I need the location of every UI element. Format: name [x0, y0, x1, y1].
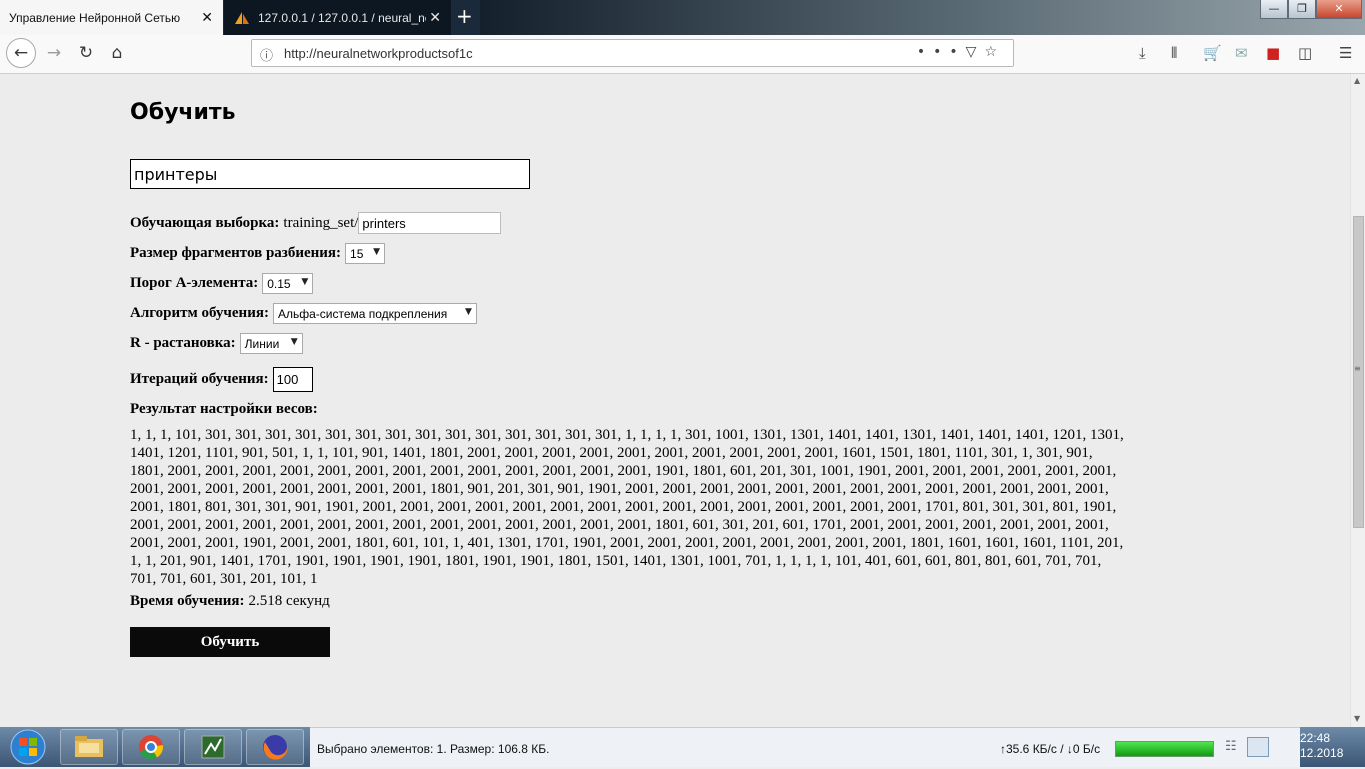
forward-arrow-icon: →	[46, 43, 62, 63]
maximize-button[interactable]: ❐	[1288, 0, 1316, 19]
window-close-button[interactable]: ✕	[1316, 0, 1362, 19]
dropdown-arrow-icon: ▼	[290, 337, 298, 347]
selection-status-text: Выбрано элементов: 1. Размер: 106.8 КБ.	[317, 742, 550, 756]
system-clock[interactable]: 22:48 12.2018	[1300, 731, 1343, 761]
vertical-scrollbar[interactable]: ▲ ≡ ▼	[1350, 74, 1365, 727]
taskbar-firefox-button[interactable]	[246, 729, 304, 765]
forward-button[interactable]: →	[40, 39, 68, 67]
train-button[interactable]: Обучить	[130, 627, 330, 657]
training-set-row: Обучающая выборка: training_set/	[130, 212, 502, 234]
home-icon: ⌂	[111, 43, 123, 63]
algorithm-select[interactable]: Альфа-система подкрепления ▼	[272, 303, 477, 324]
a-threshold-label: Порог А-элемента:	[130, 275, 259, 291]
r-layout-label: R - растановка:	[130, 335, 236, 351]
iterations-input[interactable]	[272, 367, 313, 392]
flag-extension-icon[interactable]: ■	[1266, 44, 1280, 62]
new-tab-button[interactable]: +	[456, 5, 473, 27]
tab-close-icon[interactable]: ✕	[429, 10, 441, 24]
url-text[interactable]: http://neuralnetworkproductsof1c	[284, 46, 473, 61]
fragment-size-label: Размер фрагментов разбиения:	[130, 245, 342, 261]
mail-icon[interactable]: ✉	[1235, 44, 1248, 62]
scroll-up-arrow-icon[interactable]: ▲	[1354, 76, 1360, 85]
pocket-icon[interactable]: ▽	[966, 44, 985, 60]
firefox-icon	[263, 735, 288, 760]
taskbar-app-button[interactable]	[184, 729, 242, 765]
chrome-icon	[139, 735, 163, 760]
tab-neural-network-control[interactable]: Управление Нейронной Сетью ✕	[0, 0, 223, 35]
phpmyadmin-sail-icon	[235, 11, 249, 24]
tiles-view-icon[interactable]	[1247, 737, 1269, 757]
reload-button[interactable]: ↻	[72, 39, 100, 67]
weights-result-text: 1, 1, 1, 101, 301, 301, 301, 301, 301, 3…	[130, 427, 1124, 587]
library-icon[interactable]: ⫴	[1171, 44, 1177, 62]
tab-label: 127.0.0.1 / 127.0.0.1 / neural_network	[258, 10, 426, 25]
a-threshold-value: 0.15	[267, 276, 291, 291]
page-title: Обучить	[130, 100, 236, 125]
menu-icon[interactable]: ☰	[1339, 44, 1352, 62]
url-bar[interactable]: ⓘ http://neuralnetworkproductsof1c •••▽☆	[251, 39, 1014, 67]
cart-icon[interactable]: 🛒	[1203, 44, 1222, 62]
training-time-row: Время обучения: 2.518 секунд	[130, 593, 330, 610]
home-button[interactable]: ⌂	[103, 39, 131, 67]
back-arrow-icon: ←	[13, 43, 29, 63]
taskbar-explorer-button[interactable]	[60, 729, 118, 765]
info-icon[interactable]: ⓘ	[260, 45, 273, 64]
a-threshold-select[interactable]: 0.15 ▼	[262, 273, 314, 294]
network-name-input[interactable]	[130, 159, 530, 189]
folder-icon	[75, 736, 103, 757]
tab-label: Управление Нейронной Сетью	[9, 10, 181, 25]
weights-label-row: Результат настройки весов:	[130, 401, 322, 418]
fragment-size-value: 15	[350, 246, 364, 261]
algorithm-value: Альфа-система подкрепления	[277, 306, 448, 321]
network-speed-text: ↑35.6 КБ/с / ↓0 Б/с	[1000, 742, 1101, 756]
scroll-grip-icon: ≡	[1354, 364, 1361, 373]
tab-phpmyadmin[interactable]: 127.0.0.1 / 127.0.0.1 / neural_network ✕	[224, 0, 451, 35]
r-layout-row: R - растановка: Линии ▼	[130, 333, 303, 354]
training-set-prefix: training_set/	[283, 214, 359, 231]
dropdown-arrow-icon: ▼	[373, 247, 381, 257]
weights-label: Результат настройки весов:	[130, 401, 318, 417]
iterations-label: Итераций обучения:	[130, 371, 269, 387]
tab-close-icon[interactable]: ✕	[201, 10, 213, 24]
tab-strip-background	[480, 0, 1365, 35]
back-button[interactable]: ←	[6, 38, 36, 68]
clock-time: 22:48	[1300, 731, 1331, 745]
training-set-input[interactable]	[358, 212, 502, 234]
taskbar-chrome-button[interactable]	[122, 729, 180, 765]
algorithm-row: Алгоритм обучения: Альфа-система подкреп…	[130, 303, 477, 324]
page-content: Обучить Обучающая выборка: training_set/…	[0, 74, 1350, 727]
training-set-label: Обучающая выборка:	[130, 214, 280, 231]
navigation-toolbar: ← → ↻ ⌂ ⓘ http://neuralnetworkproductsof…	[0, 35, 1365, 74]
details-view-icon[interactable]: ☷	[1225, 739, 1237, 754]
dropdown-arrow-icon: ▼	[301, 277, 309, 287]
training-time-label: Время обучения:	[130, 593, 245, 609]
start-button-windows-icon[interactable]	[2, 728, 54, 766]
a-threshold-row: Порог А-элемента: 0.15 ▼	[130, 273, 314, 294]
downloads-icon[interactable]: ⤓	[1139, 44, 1146, 62]
page-actions-menu-icon[interactable]: •••	[917, 44, 966, 60]
training-time-value: 2.518 секунд	[248, 593, 330, 609]
tab-strip: Управление Нейронной Сетью ✕ 127.0.0.1 /…	[0, 0, 1365, 35]
fragment-size-select[interactable]: 15 ▼	[345, 243, 386, 264]
minimize-button[interactable]: —	[1260, 0, 1288, 19]
algorithm-label: Алгоритм обучения:	[130, 305, 269, 321]
windows-taskbar: Выбрано элементов: 1. Размер: 106.8 КБ. …	[0, 727, 1365, 767]
network-meter	[1115, 741, 1214, 757]
explorer-status-bar: Выбрано элементов: 1. Размер: 106.8 КБ. …	[310, 727, 1300, 767]
reload-icon: ↻	[78, 43, 94, 63]
dropdown-arrow-icon: ▼	[465, 307, 472, 317]
r-layout-select[interactable]: Линии ▼	[239, 333, 303, 354]
iterations-row: Итераций обучения:	[130, 367, 313, 392]
page-actions[interactable]: •••▽☆	[917, 44, 1005, 60]
clock-date: 12.2018	[1300, 746, 1344, 760]
sidebar-icon[interactable]: ◫	[1298, 44, 1312, 62]
chart-app-icon	[201, 735, 225, 759]
scroll-down-arrow-icon[interactable]: ▼	[1354, 714, 1360, 723]
fragment-size-row: Размер фрагментов разбиения: 15 ▼	[130, 243, 386, 264]
bookmark-star-icon[interactable]: ☆	[984, 44, 1005, 60]
r-layout-value: Линии	[244, 336, 280, 351]
